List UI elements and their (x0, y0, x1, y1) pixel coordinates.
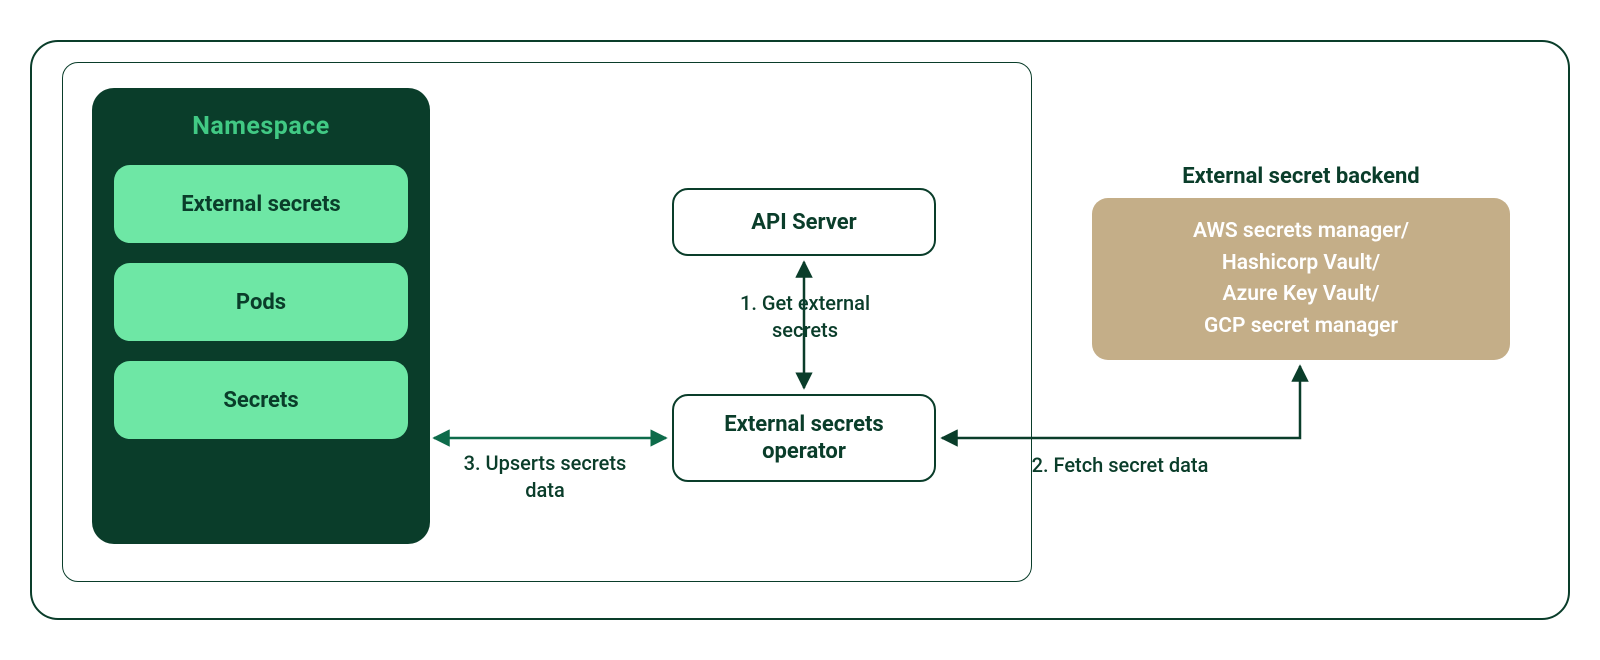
namespace-item-pods: Pods (114, 263, 408, 341)
diagram-stage: Namespace External secrets Pods Secrets … (0, 0, 1600, 660)
operator-box: External secrets operator (672, 394, 936, 482)
namespace-box: Namespace External secrets Pods Secrets (92, 88, 430, 544)
namespace-title: Namespace (114, 112, 408, 141)
operator-label: External secrets operator (684, 411, 924, 466)
api-server-label: API Server (751, 210, 856, 235)
api-server-box: API Server (672, 188, 936, 256)
edge-label-2: 2. Fetch secret data (1020, 452, 1220, 479)
backend-line-4: GCP secret manager (1204, 311, 1398, 343)
backend-line-3: Azure Key Vault/ (1223, 279, 1380, 311)
edge-label-3: 3. Upserts secrets data (455, 450, 635, 504)
backend-line-2: Hashicorp Vault/ (1222, 248, 1380, 280)
namespace-item-external-secrets: External secrets (114, 165, 408, 243)
namespace-item-secrets: Secrets (114, 361, 408, 439)
backend-title: External secret backend (1092, 164, 1510, 189)
edge-label-1: 1. Get external secrets (720, 290, 890, 344)
backend-box: AWS secrets manager/ Hashicorp Vault/ Az… (1092, 198, 1510, 360)
backend-line-1: AWS secrets manager/ (1193, 216, 1409, 248)
